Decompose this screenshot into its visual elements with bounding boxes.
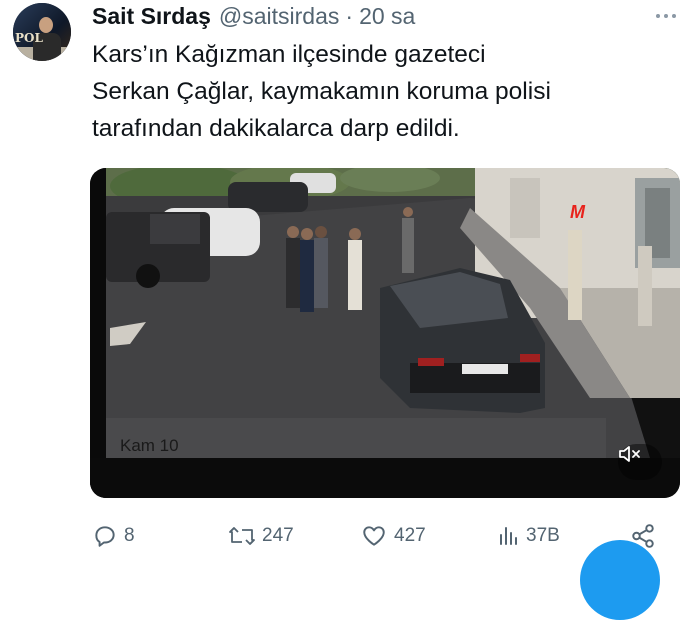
- author-handle[interactable]: @saitsirdas: [219, 3, 340, 30]
- like-button[interactable]: 427: [360, 518, 426, 554]
- tweet-text: Kars’ın Kağızman ilçesinde gazeteci Serk…: [92, 41, 551, 142]
- compose-button[interactable]: [580, 540, 660, 620]
- avatar-logo-text: POL: [15, 31, 43, 45]
- heart-icon: [363, 526, 385, 546]
- avatar[interactable]: POL: [13, 3, 71, 61]
- repost-icon: [229, 527, 255, 545]
- views-count: 37B: [526, 525, 560, 546]
- repost-button[interactable]: 247: [228, 518, 294, 554]
- tweet-header: Sait Sırdaş @saitsirdas · 20 sa: [92, 3, 415, 33]
- repost-count: 247: [262, 525, 294, 546]
- reply-button[interactable]: 8: [92, 518, 135, 554]
- tweet-video[interactable]: M Kam 10: [90, 168, 680, 498]
- speaker-muted-icon: [619, 446, 640, 462]
- video-letterbox: [90, 458, 680, 498]
- tweet-actions: 8 247 427 37B: [92, 518, 672, 554]
- like-count: 427: [394, 525, 426, 546]
- camera-label: Kam 10: [120, 436, 179, 455]
- reply-icon: [95, 526, 115, 547]
- reply-count: 8: [124, 525, 135, 546]
- watermark-logo: M: [570, 202, 585, 222]
- author-name[interactable]: Sait Sırdaş: [92, 3, 211, 30]
- more-options-icon[interactable]: [654, 6, 678, 26]
- mute-button[interactable]: [618, 444, 662, 480]
- tweet-timestamp[interactable]: 20 sa: [359, 3, 415, 30]
- header-separator: ·: [345, 3, 354, 29]
- views-chart-icon: [500, 527, 517, 545]
- views-button[interactable]: 37B: [496, 518, 560, 554]
